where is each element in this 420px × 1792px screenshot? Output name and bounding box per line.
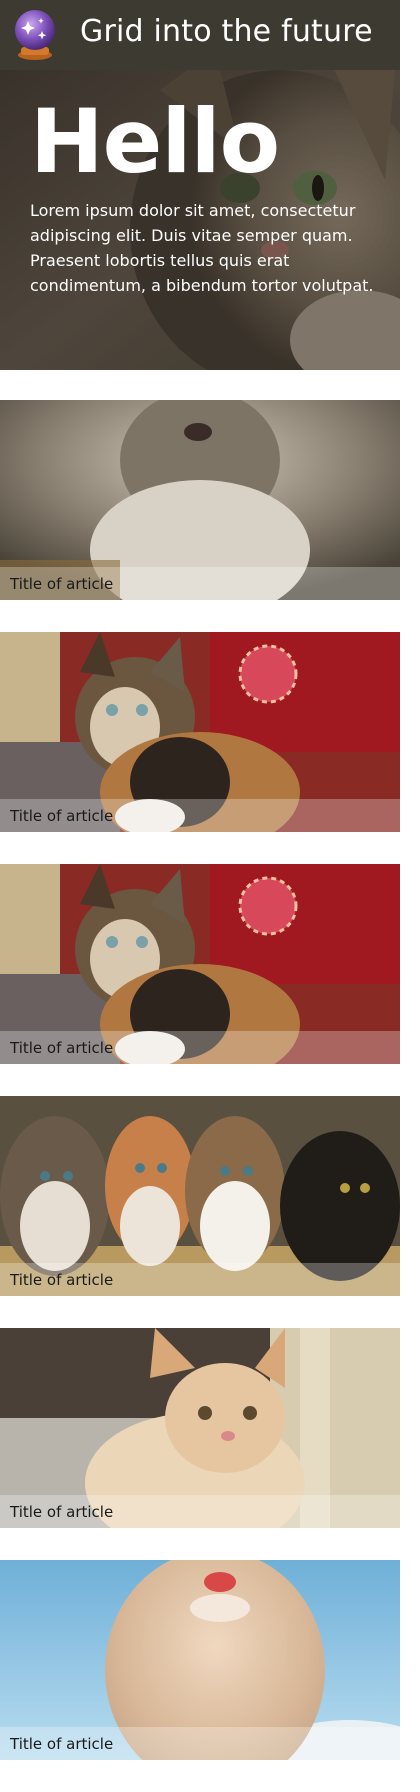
article-card[interactable]: Title of article bbox=[0, 1560, 400, 1760]
article-card[interactable]: Title of article bbox=[0, 1096, 400, 1296]
article-title[interactable]: Title of article bbox=[10, 807, 113, 825]
page: Grid into the future Hello Lorem ipsum d… bbox=[0, 0, 420, 1792]
article-title[interactable]: Title of article bbox=[10, 1503, 113, 1521]
article-title[interactable]: Title of article bbox=[10, 1039, 113, 1057]
article-card[interactable]: Title of article bbox=[0, 400, 400, 600]
article-title-bar: Title of article bbox=[0, 1495, 400, 1528]
article-title-bar: Title of article bbox=[0, 567, 400, 600]
article-title[interactable]: Title of article bbox=[10, 1271, 113, 1289]
site-title: Grid into the future bbox=[80, 14, 373, 49]
hero-text: Lorem ipsum dolor sit amet, consectetur … bbox=[30, 201, 374, 295]
article-title[interactable]: Title of article bbox=[10, 575, 113, 593]
article-card[interactable]: Title of article bbox=[0, 1328, 400, 1528]
article-title-bar: Title of article bbox=[0, 1031, 400, 1064]
article-card[interactable]: Title of article bbox=[0, 864, 400, 1064]
article-title-bar: Title of article bbox=[0, 799, 400, 832]
article-title-bar: Title of article bbox=[0, 1263, 400, 1296]
article-card[interactable]: Title of article bbox=[0, 632, 400, 832]
article-title[interactable]: Title of article bbox=[10, 1735, 113, 1753]
crystal-ball-icon[interactable] bbox=[12, 9, 58, 61]
article-title-bar: Title of article bbox=[0, 1727, 400, 1760]
site-header: Grid into the future bbox=[0, 0, 400, 70]
hero-banner: Hello Lorem ipsum dolor sit amet, consec… bbox=[0, 70, 400, 370]
hero-heading: Hello bbox=[30, 90, 280, 193]
